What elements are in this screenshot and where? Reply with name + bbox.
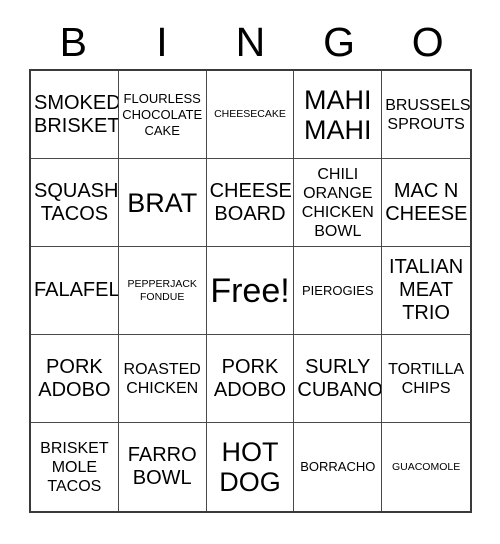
bingo-cell-label: MAC N CHEESE (385, 179, 468, 225)
bingo-cell-label: PORK ADOBO (38, 355, 111, 401)
bingo-cell-i3[interactable]: PEPPERJACK FONDUE (118, 247, 207, 335)
bingo-cell-label: SMOKED BRISKET (34, 91, 119, 137)
bingo-cell-i4[interactable]: ROASTED CHICKEN (118, 335, 207, 423)
bingo-cell-g5[interactable]: BORRACHO (294, 423, 383, 511)
header-letter-i: I (156, 18, 168, 65)
bingo-cell-free-space[interactable]: Free! (206, 247, 295, 335)
bingo-cell-b5[interactable]: BRISKET MOLE TACOS (31, 423, 119, 511)
bingo-cell-label: FLOURLESS CHOCOLATE CAKE (122, 90, 203, 138)
bingo-cell-g2[interactable]: CHILI ORANGE CHICKEN BOWL (294, 159, 383, 247)
bingo-cell-label: CHEESE BOARD (209, 179, 292, 225)
bingo-cell-b3[interactable]: FALAFEL (31, 247, 119, 335)
header-letter-g: G (323, 18, 356, 65)
bingo-grid: SMOKED BRISKET FLOURLESS CHOCOLATE CAKE … (29, 69, 472, 513)
bingo-cell-label: BRISKET MOLE TACOS (40, 439, 109, 495)
bingo-cell-label: FARRO BOWL (127, 444, 197, 489)
bingo-cell-g1[interactable]: MAHI MAHI (294, 71, 383, 159)
bingo-cell-label: FALAFEL (34, 279, 119, 301)
header-letter-o: O (411, 18, 444, 65)
bingo-cell-label: PORK ADOBO (213, 355, 287, 401)
bingo-cell-o5[interactable]: GUACOMOLE (382, 423, 470, 511)
bingo-cell-label: BRUSSELS SPROUTS (385, 96, 470, 133)
bingo-cell-n1[interactable]: CHEESECAKE (206, 71, 295, 159)
bingo-header-row: B I N G O (29, 14, 472, 69)
bingo-cell-label: PIEROGIES (302, 282, 374, 298)
bingo-cell-o1[interactable]: BRUSSELS SPROUTS (382, 71, 470, 159)
header-letter-n: N (235, 18, 266, 65)
bingo-cell-i2[interactable]: BRAT (118, 159, 207, 247)
bingo-cell-label: SQUASH TACOS (34, 179, 119, 225)
bingo-cell-label: MAHI MAHI (304, 84, 372, 145)
bingo-cell-label: ROASTED CHICKEN (123, 360, 201, 397)
bingo-cell-label: CHILI ORANGE CHICKEN BOWL (301, 165, 374, 240)
bingo-cell-b1[interactable]: SMOKED BRISKET (31, 71, 119, 159)
header-letter-b: B (59, 18, 87, 65)
bingo-cell-label: BRAT (127, 187, 198, 218)
bingo-cell-b2[interactable]: SQUASH TACOS (31, 159, 119, 247)
bingo-cell-i5[interactable]: FARRO BOWL (118, 423, 207, 511)
bingo-cell-o4[interactable]: TORTILLA CHIPS (382, 335, 470, 423)
bingo-cell-o3[interactable]: ITALIAN MEAT TRIO (382, 247, 470, 335)
bingo-cell-b4[interactable]: PORK ADOBO (31, 335, 119, 423)
bingo-cell-n4[interactable]: PORK ADOBO (206, 335, 295, 423)
bingo-cell-n5[interactable]: HOT DOG (206, 423, 295, 511)
bingo-cell-label: ITALIAN MEAT TRIO (389, 256, 464, 324)
bingo-cell-label: PEPPERJACK FONDUE (127, 277, 197, 303)
bingo-cell-label: HOT DOG (219, 437, 281, 497)
bingo-cell-n2[interactable]: CHEESE BOARD (206, 159, 295, 247)
bingo-cell-label: SURLY CUBANO (297, 355, 383, 401)
bingo-free-space-label: Free! (210, 271, 290, 310)
bingo-cell-i1[interactable]: FLOURLESS CHOCOLATE CAKE (118, 71, 207, 159)
bingo-cell-o2[interactable]: MAC N CHEESE (382, 159, 470, 247)
bingo-cell-label: GUACOMOLE (391, 460, 461, 473)
bingo-cell-g4[interactable]: SURLY CUBANO (294, 335, 383, 423)
bingo-cell-label: BORRACHO (300, 459, 376, 474)
bingo-cell-label: CHEESECAKE (214, 108, 286, 120)
bingo-card: B I N G O SMOKED BRISKET FLOURLESS CHOCO… (0, 0, 500, 544)
bingo-cell-label: TORTILLA CHIPS (388, 360, 465, 397)
bingo-cell-g3[interactable]: PIEROGIES (294, 247, 383, 335)
